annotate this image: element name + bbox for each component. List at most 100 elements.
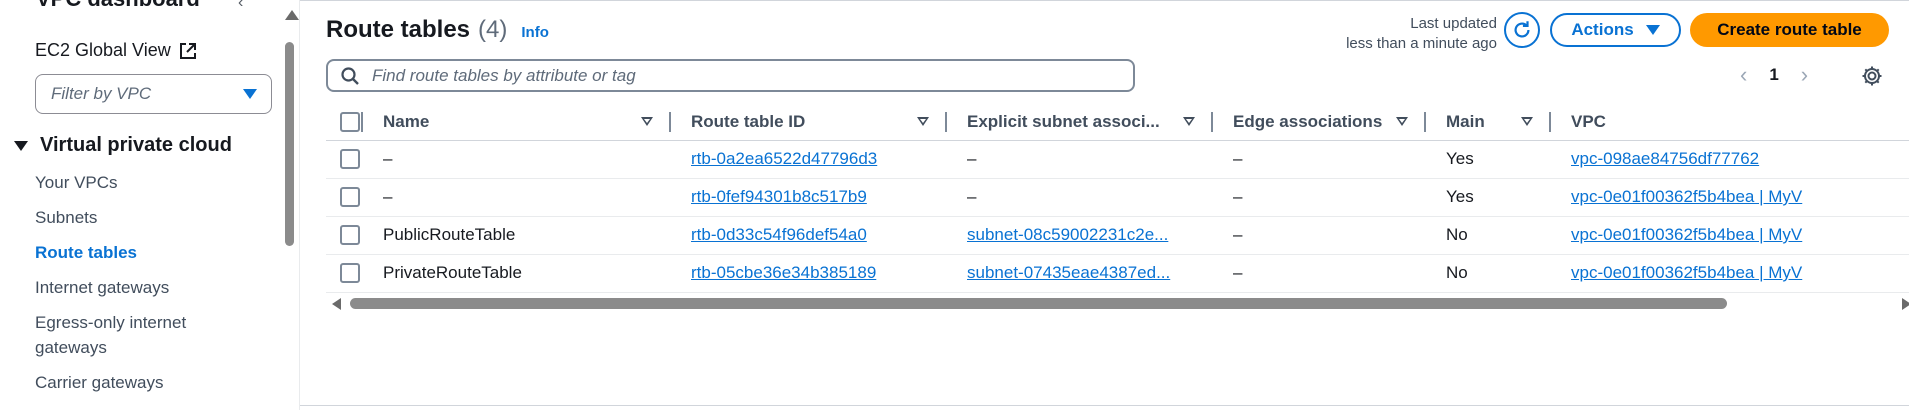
row-checkbox[interactable] (340, 263, 360, 284)
refresh-icon (1514, 21, 1530, 38)
row-checkbox[interactable] (340, 187, 360, 208)
column-header-main[interactable]: Main (1426, 104, 1551, 141)
row-checkbox[interactable] (340, 225, 360, 246)
cell-edge-associations: – (1213, 178, 1426, 217)
search-box[interactable] (326, 59, 1135, 92)
actions-button[interactable]: Actions (1550, 13, 1681, 47)
column-header-edge-associations[interactable]: Edge associations (1213, 104, 1426, 141)
route-table-count: (4) (478, 16, 508, 43)
previous-page-icon[interactable]: ‹ (1740, 62, 1747, 88)
sort-icon[interactable] (1521, 117, 1533, 127)
column-header-route-table-id[interactable]: Route table ID (671, 104, 947, 141)
filter-by-vpc-select[interactable]: Filter by VPC (35, 74, 272, 114)
sort-icon[interactable] (641, 117, 653, 127)
subnet-link[interactable]: subnet-08c59002231c2e... (967, 225, 1168, 244)
column-header-label: Route table ID (691, 111, 806, 131)
scroll-right-icon[interactable] (1902, 298, 1909, 310)
cell-route-table-id: rtb-0a2ea6522d47796d3 (671, 140, 947, 179)
vpc-link[interactable]: vpc-0e01f00362f5b4bea | MyV (1571, 263, 1802, 282)
page-title: Route tables (4) Info (326, 16, 549, 44)
sort-icon[interactable] (1183, 117, 1195, 127)
cell-main: Yes (1426, 178, 1551, 217)
cell-edge-associations: – (1213, 254, 1426, 293)
cell-vpc: vpc-0e01f00362f5b4bea | MyV (1551, 216, 1909, 255)
row-checkbox[interactable] (340, 149, 360, 170)
cell-name: – (363, 178, 671, 217)
actions-label: Actions (1571, 20, 1634, 39)
cell-main: No (1426, 216, 1551, 255)
column-header-label: Name (383, 111, 430, 131)
sort-icon[interactable] (1396, 117, 1408, 127)
subnet-link[interactable]: subnet-07435eae4387ed... (967, 263, 1170, 282)
search-icon (341, 66, 359, 85)
caret-down-icon (243, 89, 257, 99)
filter-by-vpc-placeholder: Filter by VPC (51, 84, 152, 103)
sidebar-top-title[interactable]: VPC dashboard (36, 0, 200, 12)
column-header-name[interactable]: Name (363, 104, 671, 141)
vpc-link[interactable]: vpc-098ae84756df77762 (1571, 149, 1759, 168)
table-row[interactable]: – rtb-0a2ea6522d47796d3 – – Yes vpc-098a… (326, 140, 1909, 179)
next-page-icon[interactable]: › (1801, 62, 1808, 88)
route-table-id-link[interactable]: rtb-05cbe36e34b385189 (691, 263, 876, 282)
collapse-chevron-icon[interactable]: ‹ (238, 0, 243, 12)
caret-down-icon (14, 140, 28, 151)
select-all-checkbox[interactable] (340, 112, 360, 132)
sidebar: VPC dashboard ‹ EC2 Global View Filter b… (0, 0, 300, 410)
sidebar-scrollbar[interactable] (282, 10, 299, 410)
sort-icon[interactable] (917, 117, 929, 127)
table-row[interactable]: PublicRouteTable rtb-0d33c54f96def54a0 s… (326, 216, 1909, 255)
cell-explicit-subnet: – (947, 140, 1213, 179)
select-all-cell (326, 104, 363, 141)
route-table-id-link[interactable]: rtb-0fef94301b8c517b9 (691, 187, 867, 206)
route-tables-table: Name Route table ID Explicit subnet asso… (326, 104, 1909, 314)
cell-name: PrivateRouteTable (363, 254, 671, 293)
scroll-left-icon[interactable] (332, 298, 341, 310)
route-table-id-link[interactable]: rtb-0d33c54f96def54a0 (691, 225, 867, 244)
sidebar-item-internet-gateways[interactable]: Internet gateways (35, 275, 235, 300)
sidebar-item-carrier-gateways[interactable]: Carrier gateways (35, 370, 235, 395)
create-route-table-button[interactable]: Create route table (1690, 13, 1889, 47)
last-updated-label: Last updated (1410, 15, 1497, 32)
sidebar-item-egress-only-internet-gateways[interactable]: Egress-only internet gateways (35, 310, 235, 360)
main-content: Route tables (4) Info Last updated less … (300, 0, 1909, 410)
sidebar-items: Your VPCs Subnets Route tables Internet … (35, 170, 235, 405)
column-header-label: Edge associations (1233, 111, 1383, 131)
row-checkbox-cell (326, 216, 363, 255)
bottom-divider (300, 405, 1909, 406)
sidebar-item-ec2-global-view[interactable]: EC2 Global View (35, 40, 197, 61)
vpc-link[interactable]: vpc-0e01f00362f5b4bea | MyV (1571, 225, 1802, 244)
route-table-id-link[interactable]: rtb-0a2ea6522d47796d3 (691, 149, 877, 168)
vpc-link[interactable]: vpc-0e01f00362f5b4bea | MyV (1571, 187, 1802, 206)
cell-name: PublicRouteTable (363, 216, 671, 255)
cell-name: – (363, 140, 671, 179)
gear-icon[interactable] (1860, 64, 1884, 88)
table-row[interactable]: – rtb-0fef94301b8c517b9 – – Yes vpc-0e01… (326, 178, 1909, 217)
sidebar-item-your-vpcs[interactable]: Your VPCs (35, 170, 235, 195)
column-header-vpc[interactable]: VPC (1551, 104, 1909, 141)
column-header-label: VPC (1571, 111, 1606, 131)
refresh-button[interactable] (1504, 12, 1540, 48)
cell-route-table-id: rtb-0fef94301b8c517b9 (671, 178, 947, 217)
table-scrollbar-thumb[interactable] (350, 298, 1727, 309)
top-divider (300, 0, 1909, 1)
search-input[interactable] (372, 65, 1133, 86)
info-link[interactable]: Info (521, 24, 549, 41)
sidebar-section-label: Virtual private cloud (40, 134, 232, 156)
page-number[interactable]: 1 (1769, 65, 1778, 85)
table-horizontal-scrollbar[interactable] (326, 293, 1909, 315)
last-updated: Last updated less than a minute ago (1346, 14, 1497, 54)
sidebar-scrollbar-thumb[interactable] (285, 42, 294, 246)
row-checkbox-cell (326, 140, 363, 179)
cell-route-table-id: rtb-05cbe36e34b385189 (671, 254, 947, 293)
external-link-icon (179, 42, 196, 59)
scroll-up-icon[interactable] (285, 10, 299, 20)
cell-vpc: vpc-098ae84756df77762 (1551, 140, 1909, 179)
sidebar-item-subnets[interactable]: Subnets (35, 205, 235, 230)
sidebar-item-route-tables[interactable]: Route tables (35, 240, 235, 265)
cell-vpc: vpc-0e01f00362f5b4bea | MyV (1551, 254, 1909, 293)
last-updated-value: less than a minute ago (1346, 35, 1497, 52)
sidebar-section-virtual-private-cloud[interactable]: Virtual private cloud (14, 134, 232, 157)
table-row[interactable]: PrivateRouteTable rtb-05cbe36e34b385189 … (326, 254, 1909, 293)
column-header-explicit-subnet[interactable]: Explicit subnet associ... (947, 104, 1213, 141)
cell-edge-associations: – (1213, 216, 1426, 255)
